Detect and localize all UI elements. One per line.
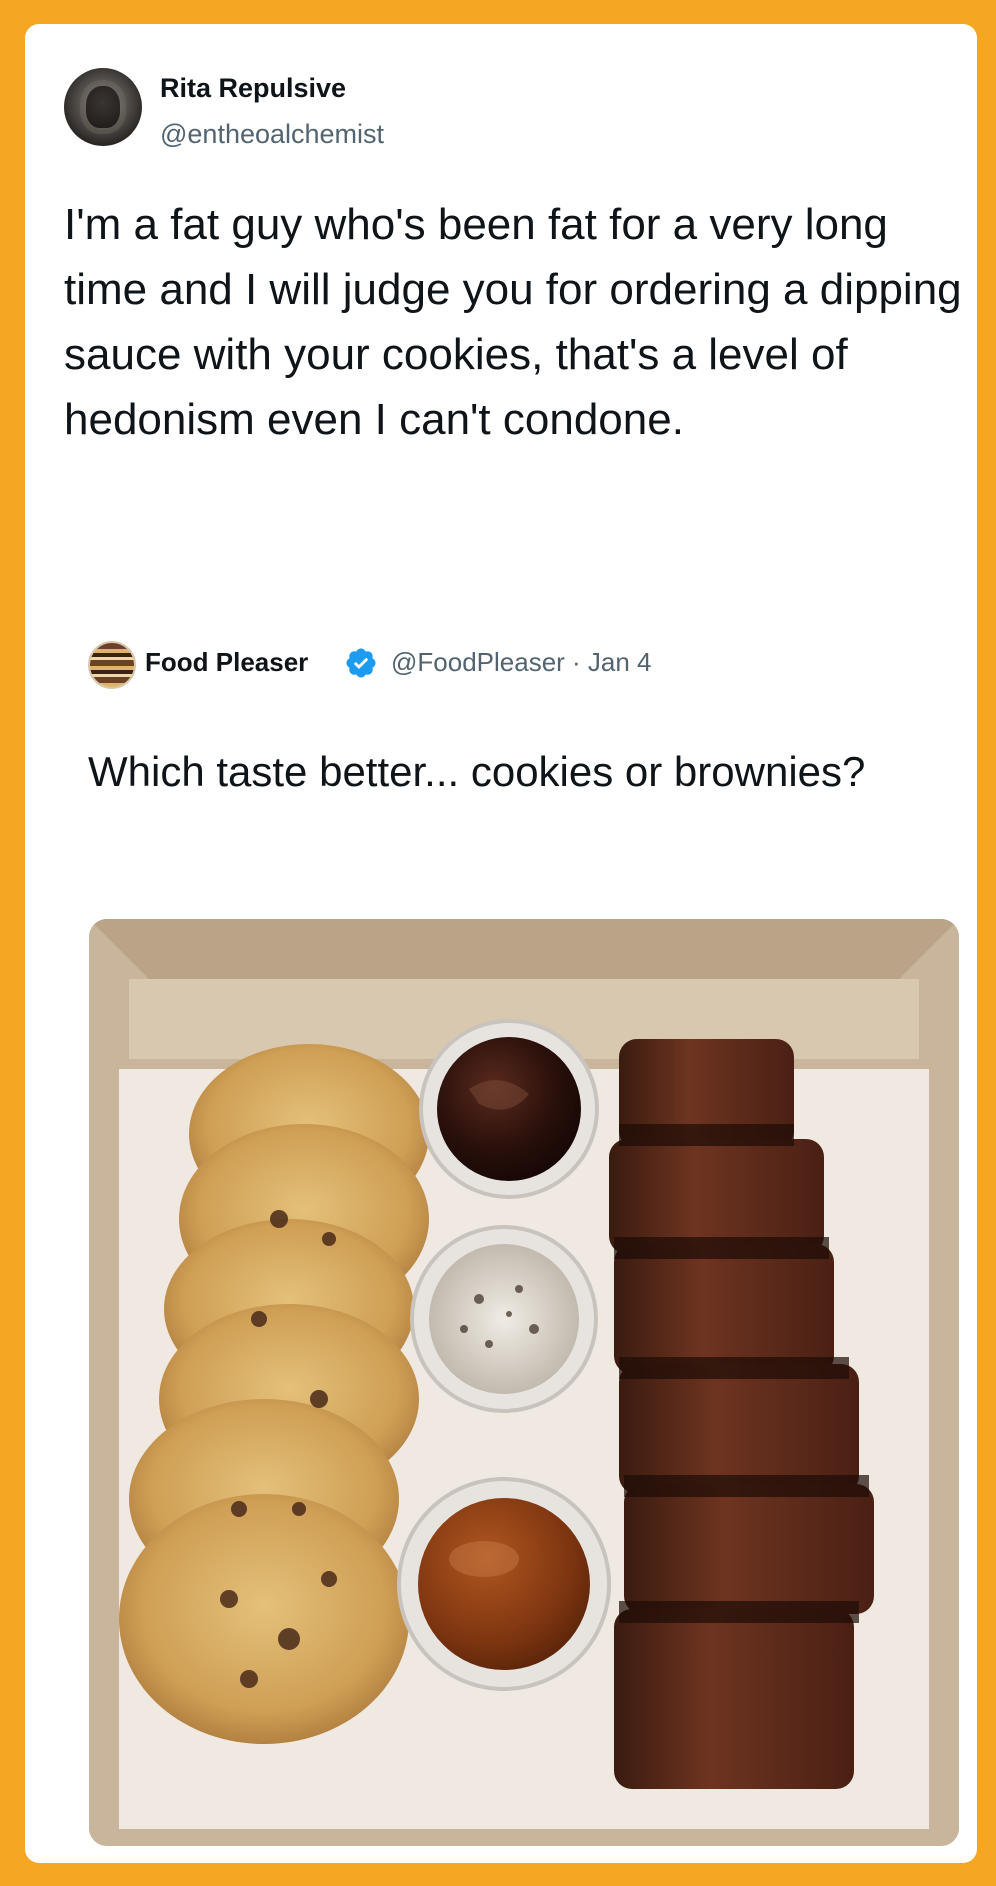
tweet-text: I'm a fat guy who's been fat for a very … bbox=[64, 200, 962, 444]
quoted-author-name[interactable]: Food Pleaser bbox=[145, 644, 308, 680]
author-handle[interactable]: @entheoalchemist bbox=[160, 116, 384, 152]
verified-badge-icon bbox=[346, 648, 376, 678]
quoted-handle-date[interactable]: @FoodPleaser · Jan 4 bbox=[391, 644, 652, 680]
quoted-avatar[interactable] bbox=[88, 641, 136, 689]
quoted-tweet-text: Which taste better... cookies or brownie… bbox=[88, 748, 866, 795]
tweet-card: Rita Repulsive @entheoalchemist I'm a fa… bbox=[25, 24, 977, 1863]
food-photo[interactable] bbox=[89, 919, 959, 1846]
author-name[interactable]: Rita Repulsive bbox=[160, 70, 346, 106]
avatar[interactable] bbox=[64, 68, 142, 146]
